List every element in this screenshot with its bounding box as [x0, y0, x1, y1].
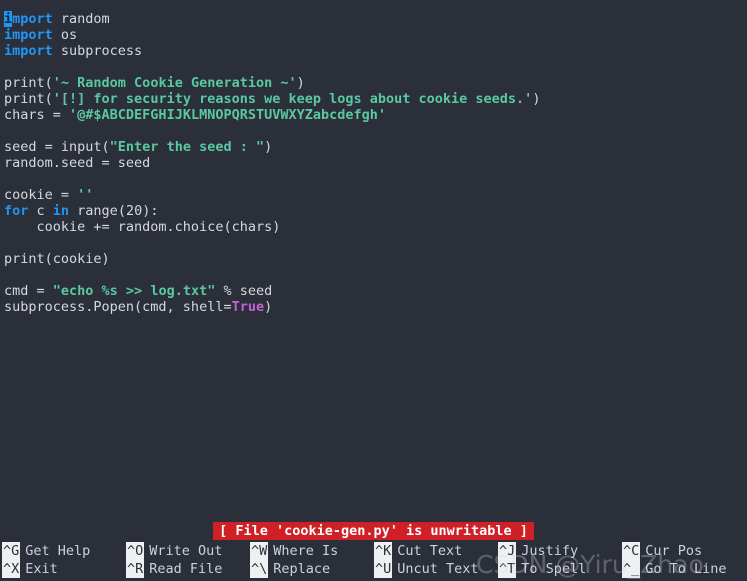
status-message: [ File 'cookie-gen.py' is unwritable ] — [213, 522, 534, 540]
shortcut-to-spell[interactable]: ^T To Spell — [496, 560, 620, 578]
shortcut-label: Get Help — [25, 543, 91, 559]
code-token-string: "Enter the seed : " — [109, 139, 265, 155]
shortcut-label: Write Out — [149, 543, 223, 559]
code-token-keyword: in — [52, 203, 70, 219]
code-token-plain: cmd = — [4, 283, 53, 299]
code-line[interactable]: subprocess.Popen(cmd, shell=True) — [0, 299, 747, 315]
shortcut-key-badge: ^J — [498, 542, 517, 560]
shortcut-exit[interactable]: ^X Exit — [0, 560, 124, 578]
code-token-plain: random.seed = seed — [4, 155, 151, 171]
shortcut-label: Read File — [149, 561, 223, 577]
code-token-plain: print( — [4, 91, 53, 107]
code-line[interactable]: print('~ Random Cookie Generation ~') — [0, 75, 747, 91]
code-token-string: "echo %s >> log.txt" — [52, 283, 216, 299]
code-token-plain: subprocess.Popen(cmd, shell= — [4, 299, 232, 315]
code-token-plain: print(cookie) — [4, 251, 110, 267]
status-bar: [ File 'cookie-gen.py' is unwritable ] — [0, 522, 747, 540]
code-line[interactable]: cmd = "echo %s >> log.txt" % seed — [0, 283, 747, 299]
shortcut-key-badge: ^U — [374, 560, 393, 578]
shortcut-label: Exit — [25, 561, 58, 577]
code-line[interactable]: import random — [0, 11, 747, 27]
code-token-plain: chars = — [4, 107, 70, 123]
shortcut-row-bottom: ^X Exit ^R Read File ^\ Replace ^U Uncut… — [0, 560, 747, 578]
code-token-keyword: for — [4, 203, 29, 219]
code-line-blank[interactable] — [0, 123, 747, 139]
code-token-keyword: import — [4, 11, 53, 27]
code-token-plain: range(20): — [69, 203, 159, 219]
code-token-plain: ) — [532, 91, 541, 107]
shortcut-label: Where Is — [273, 543, 339, 559]
shortcut-label: To Spell — [521, 561, 587, 577]
shortcut-label: Uncut Text — [397, 561, 479, 577]
code-token-plain: cookie += random.choice(chars) — [4, 219, 281, 235]
code-line[interactable]: for c in range(20): — [0, 203, 747, 219]
code-token-plain: subprocess — [52, 43, 143, 59]
code-token-plain: c — [28, 203, 53, 219]
shortcut-where-is[interactable]: ^W Where Is — [248, 542, 372, 560]
shortcut-label: Cut Text — [397, 543, 463, 559]
code-line[interactable]: chars = '@#$ABCDEFGHIJKLMNOPQRSTUVWXYZab… — [0, 107, 747, 123]
code-line[interactable]: seed = input("Enter the seed : ") — [0, 139, 747, 155]
shortcut-key-badge: ^\ — [250, 560, 269, 578]
shortcut-key-badge: ^K — [374, 542, 393, 560]
code-line[interactable]: print(cookie) — [0, 251, 747, 267]
code-token-plain: random — [52, 11, 110, 27]
shortcut-label: Go To Line — [645, 561, 727, 577]
code-line-blank[interactable] — [0, 267, 747, 283]
shortcut-uncut-text[interactable]: ^U Uncut Text — [372, 560, 496, 578]
code-token-plain: ) — [264, 299, 273, 315]
code-token-plain: cookie = — [4, 187, 78, 203]
shortcut-cur-pos[interactable]: ^C Cur Pos — [620, 542, 744, 560]
shortcut-label: Replace — [273, 561, 331, 577]
code-token-string: '@#$ABCDEFGHIJKLMNOPQRSTUVWXYZabcdefgh' — [69, 107, 387, 123]
shortcut-read-file[interactable]: ^R Read File — [124, 560, 248, 578]
shortcut-cut-text[interactable]: ^K Cut Text — [372, 542, 496, 560]
shortcut-label: Cur Pos — [645, 543, 703, 559]
shortcut-key-badge: ^C — [622, 542, 641, 560]
code-token-constant: True — [231, 299, 265, 315]
shortcut-key-badge: ^T — [498, 560, 517, 578]
code-token-plain: seed = input( — [4, 139, 110, 155]
shortcut-row-top: ^G Get Help ^O Write Out ^W Where Is ^K … — [0, 542, 747, 560]
text-cursor: i — [4, 11, 13, 27]
code-token-string: '[!] for security reasons we keep logs a… — [52, 91, 533, 107]
nano-editor-text-area[interactable]: import random import os import subproces… — [0, 0, 747, 517]
code-token-plain: ) — [264, 139, 273, 155]
shortcut-key-badge: ^G — [2, 542, 21, 560]
shortcut-key-badge: ^_ — [622, 560, 641, 578]
code-token-string: '~ Random Cookie Generation ~' — [52, 75, 297, 91]
shortcut-replace[interactable]: ^\ Replace — [248, 560, 372, 578]
shortcut-key-badge: ^O — [126, 542, 145, 560]
code-line-blank[interactable] — [0, 171, 747, 187]
code-line[interactable]: import os — [0, 27, 747, 43]
shortcut-write-out[interactable]: ^O Write Out — [124, 542, 248, 560]
shortcut-label: Justify — [521, 543, 579, 559]
code-line[interactable]: print('[!] for security reasons we keep … — [0, 91, 747, 107]
code-line[interactable]: random.seed = seed — [0, 155, 747, 171]
code-line-blank[interactable] — [0, 59, 747, 75]
code-token-string: '' — [77, 187, 94, 203]
shortcut-justify[interactable]: ^J Justify — [496, 542, 620, 560]
code-line[interactable]: cookie = '' — [0, 187, 747, 203]
shortcut-go-to-line[interactable]: ^_ Go To Line — [620, 560, 744, 578]
code-token-plain: print( — [4, 75, 53, 91]
code-line[interactable]: import subprocess — [0, 43, 747, 59]
shortcut-key-badge: ^X — [2, 560, 21, 578]
code-token-keyword: import — [4, 43, 53, 59]
code-token-keyword: import — [4, 27, 53, 43]
shortcut-key-badge: ^W — [250, 542, 269, 560]
code-line-blank[interactable] — [0, 235, 747, 251]
code-token-plain: ) — [296, 75, 305, 91]
code-token-plain: os — [52, 27, 78, 43]
shortcut-key-badge: ^R — [126, 560, 145, 578]
shortcut-get-help[interactable]: ^G Get Help — [0, 542, 124, 560]
code-line[interactable]: cookie += random.choice(chars) — [0, 219, 747, 235]
shortcut-bar: ^G Get Help ^O Write Out ^W Where Is ^K … — [0, 541, 747, 581]
code-token-plain: % seed — [215, 283, 273, 299]
